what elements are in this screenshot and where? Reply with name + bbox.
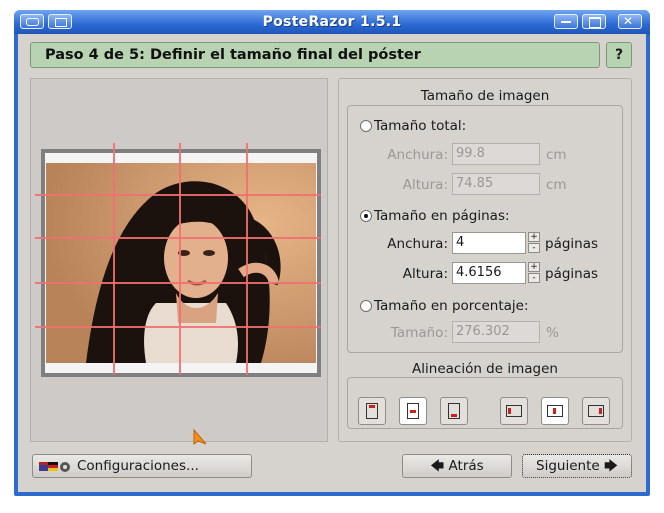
percent-size-unit: %	[546, 325, 559, 341]
portrait-photo	[46, 163, 316, 363]
total-height-field[interactable]: 74.85	[452, 173, 540, 195]
pages-width-field[interactable]: 4	[452, 232, 526, 254]
pages-height-stepper[interactable]: + -	[528, 262, 540, 284]
page-grid-line	[35, 282, 321, 284]
minimize-icon[interactable]	[554, 14, 578, 29]
decrement-icon[interactable]: -	[528, 273, 540, 283]
back-label: Atrás	[448, 458, 484, 474]
step-title: Paso 4 de 5: Definir el tamaño final del…	[45, 47, 421, 63]
percent-size-radio[interactable]: Tamaño en porcentaje:	[360, 298, 529, 314]
step-header: Paso 4 de 5: Definir el tamaño final del…	[30, 42, 600, 68]
page-grid-line	[35, 237, 321, 239]
align-vcenter-button[interactable]	[399, 397, 427, 425]
next-button[interactable]: Siguiente 🡆	[522, 454, 632, 478]
poster-image	[46, 163, 316, 363]
page-grid-line	[179, 143, 181, 375]
close-icon[interactable]: ✕	[618, 14, 642, 29]
image-size-title: Tamaño de imagen	[420, 88, 550, 104]
poster-paper	[45, 153, 317, 373]
align-right-button[interactable]	[582, 397, 610, 425]
radio-selected-icon[interactable]	[360, 210, 372, 222]
align-right-icon	[588, 405, 604, 417]
alignment-title: Alineación de imagen	[412, 361, 558, 377]
align-hcenter-button[interactable]	[541, 397, 569, 425]
pages-size-label: Tamaño en páginas:	[374, 208, 510, 224]
pages-height-field[interactable]: 4.6156	[452, 262, 526, 284]
help-button[interactable]: ?	[606, 42, 632, 68]
align-left-icon	[506, 405, 522, 417]
total-height-unit: cm	[546, 177, 567, 193]
increment-icon[interactable]: +	[528, 262, 540, 272]
back-button[interactable]: 🡄 Atrás	[402, 454, 512, 478]
total-width-field[interactable]: 99.8	[452, 143, 540, 165]
wizard-client-area: Paso 4 de 5: Definir el tamaño final del…	[18, 34, 646, 492]
pages-width-stepper[interactable]: + -	[528, 232, 540, 254]
align-bottom-icon	[448, 403, 460, 419]
total-size-radio[interactable]: Tamaño total:	[360, 118, 466, 134]
total-height-label: Altura:	[402, 177, 448, 193]
app-window: PosteRazor 1.5.1 ✕ Paso 4 de 5: Definir …	[14, 10, 650, 496]
align-vcenter-icon	[407, 403, 419, 419]
align-bottom-button[interactable]	[440, 397, 468, 425]
flags-icon	[39, 458, 73, 480]
align-left-button[interactable]	[500, 397, 528, 425]
radio-icon[interactable]	[360, 300, 372, 312]
pages-size-radio[interactable]: Tamaño en páginas:	[360, 208, 510, 224]
increment-icon[interactable]: +	[528, 232, 540, 242]
mouse-cursor-icon	[193, 428, 207, 445]
align-top-icon	[366, 403, 378, 419]
next-label: Siguiente	[536, 458, 600, 474]
page-grid-line	[246, 143, 248, 375]
page-grid-line	[35, 326, 321, 328]
settings-label: Configuraciones...	[77, 458, 199, 474]
title-bar[interactable]: PosteRazor 1.5.1 ✕	[14, 10, 650, 34]
settings-panel: Tamaño de imagen Tamaño total: Anchura: …	[338, 78, 632, 442]
percent-size-field-label: Tamaño:	[390, 325, 448, 341]
arrow-right-icon: 🡆	[604, 458, 618, 474]
page-grid-line	[113, 143, 115, 375]
pages-width-unit: páginas	[545, 236, 599, 252]
total-width-unit: cm	[546, 147, 567, 163]
image-size-group: Tamaño total: Anchura: 99.8 cm Altura: 7…	[347, 105, 623, 353]
align-top-button[interactable]	[358, 397, 386, 425]
page-grid-line	[35, 194, 321, 196]
poster-frame	[35, 143, 321, 377]
percent-size-field[interactable]: 276.302	[452, 321, 540, 343]
align-hcenter-icon	[547, 405, 563, 417]
decrement-icon[interactable]: -	[528, 243, 540, 253]
total-size-label: Tamaño total:	[374, 118, 467, 134]
poster-preview	[30, 78, 328, 442]
pages-width-label: Anchura:	[387, 236, 448, 252]
alignment-group	[347, 377, 623, 429]
maximize-icon[interactable]	[582, 14, 606, 29]
radio-icon[interactable]	[360, 120, 372, 132]
pages-height-label: Altura:	[402, 266, 448, 282]
arrow-left-icon: 🡄	[430, 458, 445, 474]
pages-height-unit: páginas	[545, 266, 599, 282]
percent-size-label: Tamaño en porcentaje:	[374, 298, 529, 314]
total-width-label: Anchura:	[387, 147, 448, 163]
settings-button[interactable]: Configuraciones...	[32, 454, 252, 478]
